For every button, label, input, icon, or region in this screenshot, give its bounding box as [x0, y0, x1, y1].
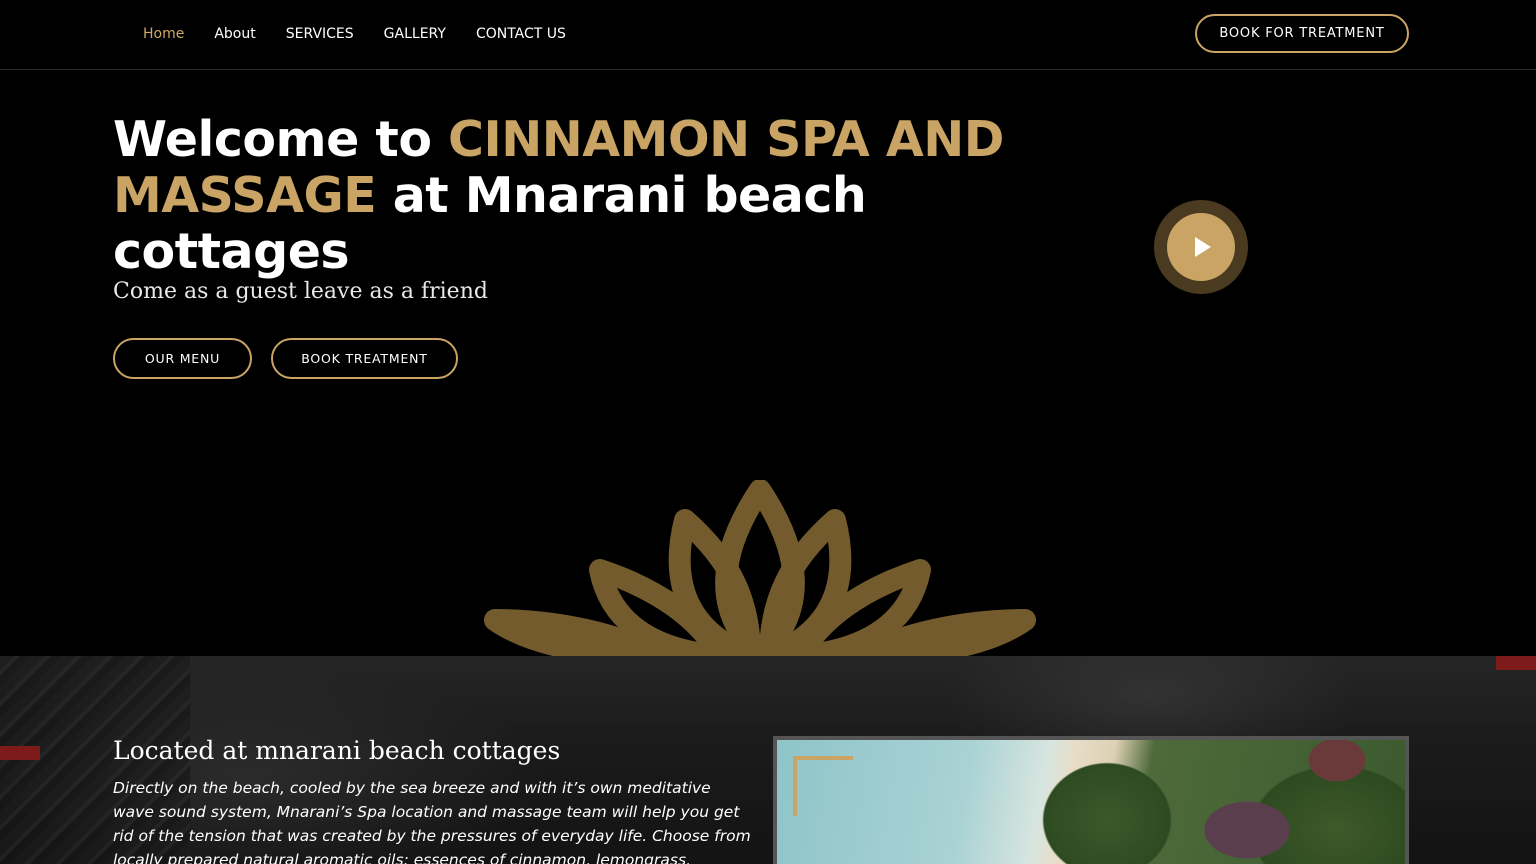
background-decoration [0, 746, 40, 760]
aerial-beach-photo [777, 740, 1405, 864]
about-title: Located at mnarani beach cottages [113, 736, 561, 765]
top-navbar: Home About SERVICES GALLERY CONTACT US B… [0, 0, 1536, 70]
nav-link-contact[interactable]: CONTACT US [461, 26, 581, 42]
video-play-button[interactable] [1154, 200, 1248, 294]
corner-bracket-decoration [793, 756, 853, 816]
aerial-photo-frame [773, 736, 1409, 864]
play-button-inner [1167, 213, 1235, 281]
book-for-treatment-button[interactable]: BOOK FOR TREATMENT [1195, 14, 1409, 53]
nav-link-gallery[interactable]: GALLERY [369, 26, 461, 42]
nav-links: Home About SERVICES GALLERY CONTACT US [128, 0, 581, 68]
about-description: Directly on the beach, cooled by the sea… [113, 779, 751, 864]
hero-title: Welcome to CINNAMON SPA AND MASSAGE at M… [113, 112, 1013, 280]
hero-subtitle: Come as a guest leave as a friend [113, 279, 488, 304]
nav-link-home[interactable]: Home [128, 26, 199, 42]
hero-title-prefix: Welcome to [113, 111, 449, 168]
background-decoration [1496, 656, 1536, 670]
play-icon [1195, 237, 1211, 257]
lotus-icon [484, 480, 1036, 656]
nav-link-about[interactable]: About [199, 26, 270, 42]
book-treatment-button[interactable]: BOOK TREATMENT [271, 338, 458, 379]
hero-section: Welcome to CINNAMON SPA AND MASSAGE at M… [0, 70, 1536, 656]
about-section: Located at mnarani beach cottages Direct… [0, 656, 1536, 864]
nav-link-services[interactable]: SERVICES [271, 26, 369, 42]
our-menu-button[interactable]: OUR MENU [113, 338, 252, 379]
